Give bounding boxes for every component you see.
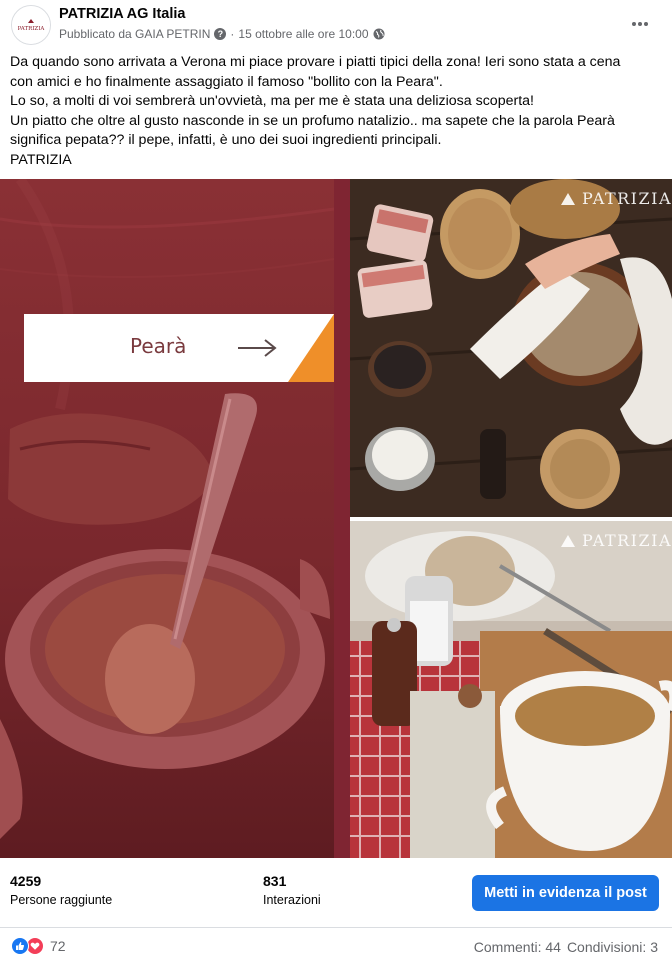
post-text-line: Lo so, a molti di voi sembrerà un'ovviet… [10,93,534,110]
post-text-line: Da quando sono arrivata a Verona mi piac… [10,54,621,70]
meta-separator: · [230,27,235,41]
post-text: Da quando sono arrivata a Verona mi piac… [10,53,665,171]
photo-ingredients[interactable]: PATRIZIA [350,179,672,517]
page-avatar[interactable]: PATRIZIA [11,5,51,45]
svg-text:PATRIZIA: PATRIZIA [18,26,46,32]
published-by[interactable]: Pubblicato da GAIA PETRIN [59,27,210,41]
post-date[interactable]: 15 ottobre alle ore 10:00 [238,27,368,41]
watermark-text: PATRIZIA [581,189,672,208]
like-icon [11,937,29,955]
patrizia-watermark: PATRIZIA [559,189,672,208]
page-name[interactable]: PATRIZIA AG Italia [59,6,185,22]
post-text-line: con amici e ho finalmente assaggiato il … [10,73,443,90]
patrizia-logo: PATRIZIA [12,6,50,44]
arrow-right-icon [238,339,277,357]
patrizia-watermark: PATRIZIA [559,531,672,550]
post-text-line: Un piatto che oltre al gusto nasconde in… [10,112,615,129]
post-footer: 72 Commenti: 44 Condivisioni: 3 [0,929,672,966]
photo-divider [334,179,350,858]
post-insights: 4259 Persone raggiunte 831 Interazioni M… [0,858,672,928]
post-text-line: significa pepata?? il pepe, infatti, è u… [10,132,442,149]
post-meta: Pubblicato da GAIA PETRIN ? · 15 ottobre… [59,27,385,41]
reaction-count: 72 [50,938,66,954]
watermark-text: PATRIZIA [581,531,672,550]
interactions-value: 831 [263,873,287,889]
reach-label: Persone raggiunte [10,893,113,907]
banner-label: Pearà [130,334,187,358]
reactions-summary[interactable]: 72 [11,937,66,955]
engagement-counts: Commenti: 44 Condivisioni: 3 [474,939,658,955]
peara-banner: Pearà [24,314,334,382]
reach-value: 4259 [10,873,42,889]
comments-link[interactable]: Commenti: 44 [474,939,561,955]
more-horizontal-icon [632,22,648,26]
photo-peara-bowl[interactable]: Pearà [0,179,334,858]
patrizia-logo-icon [560,534,575,547]
more-options-button[interactable] [626,12,654,36]
post-header: PATRIZIA PATRIZIA AG Italia Pubblicato d… [0,0,672,50]
photo-grid: Pearà PATRIZIA PATRIZIA [0,179,672,858]
patrizia-logo-icon [560,192,575,205]
shares-link[interactable]: Condivisioni: 3 [567,939,658,955]
question-icon[interactable]: ? [214,28,227,40]
interactions-label: Interazioni [263,893,321,907]
post-text-line: PATRIZIA [10,151,72,168]
boost-post-button[interactable]: Metti in evidenza il post [472,875,659,911]
photo-bollito-table[interactable]: PATRIZIA [350,521,672,858]
globe-icon[interactable] [373,28,385,40]
